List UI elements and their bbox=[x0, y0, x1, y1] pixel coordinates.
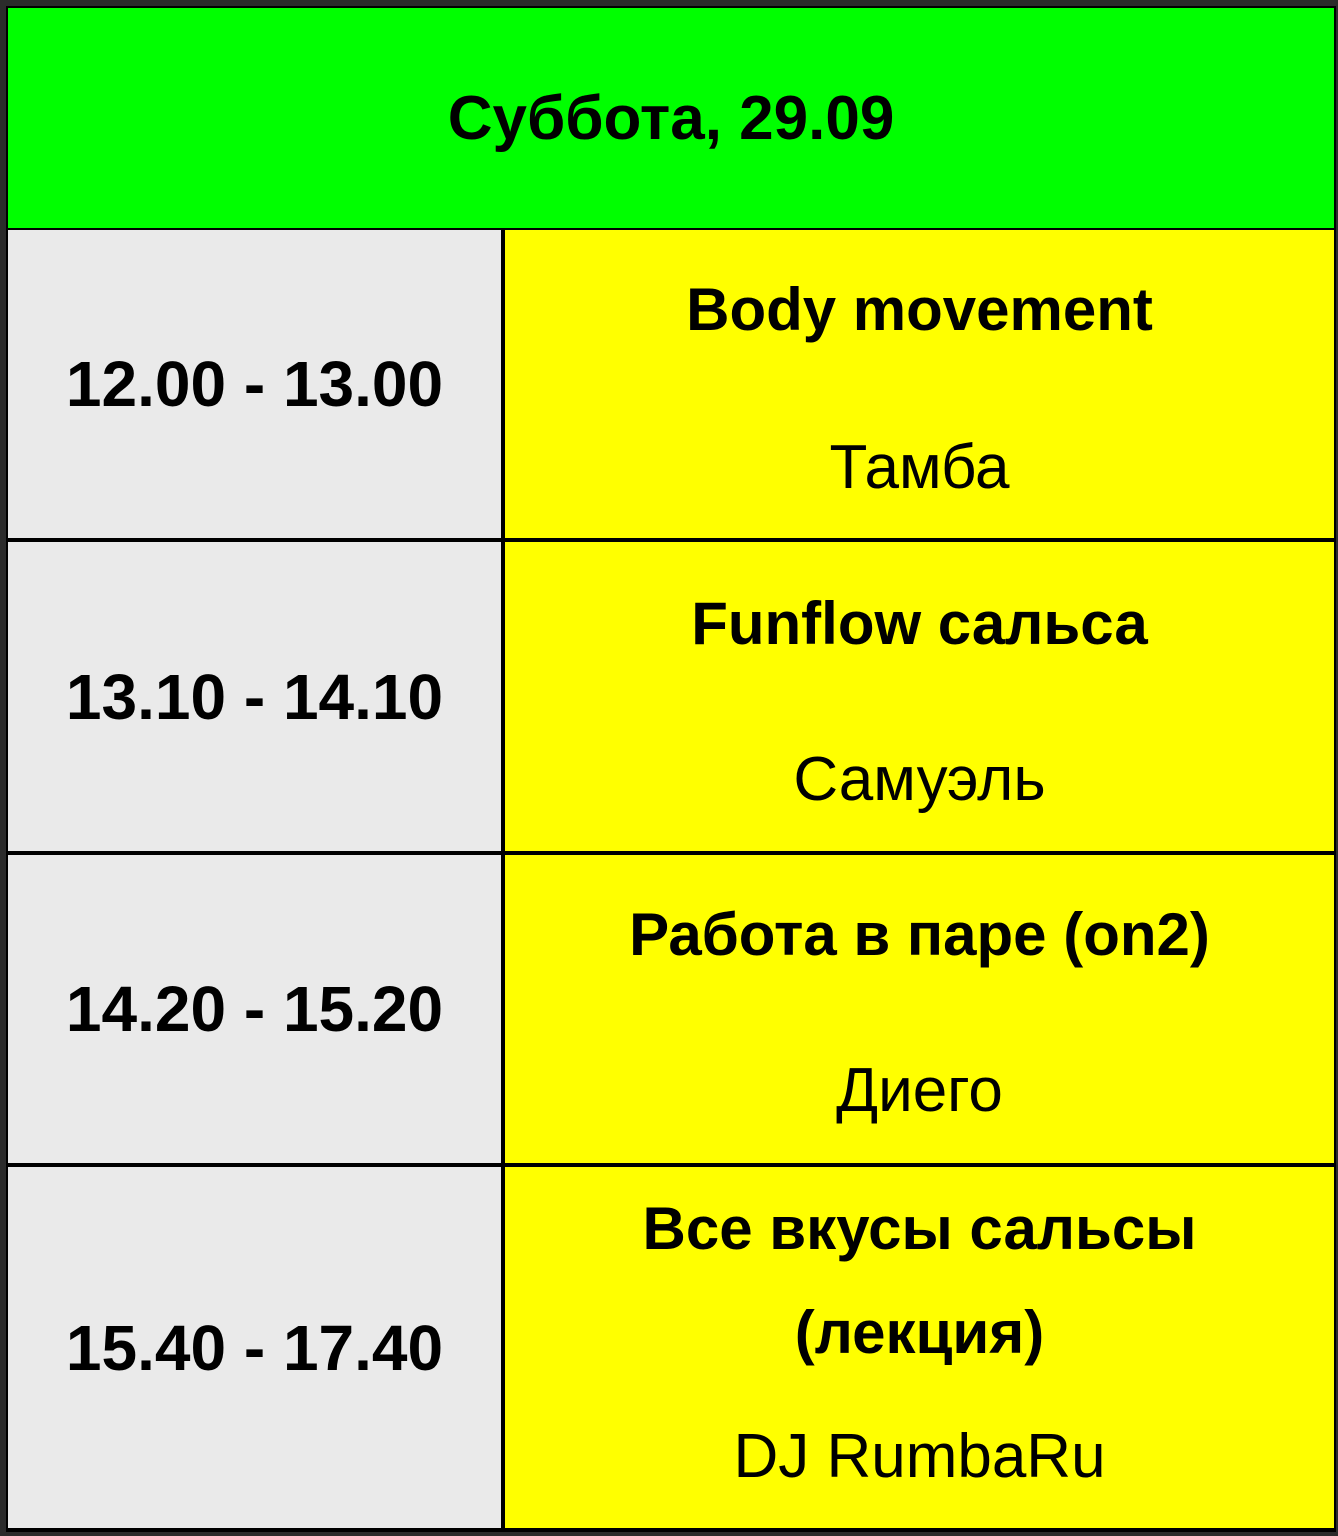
time-slot: 15.40 - 17.40 bbox=[65, 1311, 444, 1384]
event-title: Работа в паре (on2) bbox=[629, 901, 1210, 968]
event-host: Самуэль bbox=[793, 745, 1046, 814]
event-title-continuation: (лекция) bbox=[794, 1299, 1045, 1366]
event-title: Body movement bbox=[686, 276, 1153, 343]
schedule-row: 14.20 - 15.20 Работа в паре (on2) Диего bbox=[8, 855, 1334, 1163]
schedule-row: 13.10 - 14.10 Funflow сальса Самуэль bbox=[8, 542, 1334, 851]
time-slot: 14.20 - 15.20 bbox=[65, 973, 444, 1045]
time-cell: 12.00 - 13.00 bbox=[8, 230, 501, 538]
event-cell: Работа в паре (on2) Диего bbox=[505, 855, 1334, 1163]
event-host: DJ RumbaRu bbox=[733, 1422, 1106, 1491]
time-cell: 15.40 - 17.40 bbox=[8, 1167, 501, 1528]
event-title: Funflow сальса bbox=[691, 590, 1148, 657]
event-cell: Body movement Тамба bbox=[505, 230, 1334, 538]
event-host: Диего bbox=[836, 1056, 1003, 1125]
schedule-row: 12.00 - 13.00 Body movement Тамба bbox=[8, 230, 1334, 538]
time-cell: 14.20 - 15.20 bbox=[8, 855, 501, 1163]
time-slot: 12.00 - 13.00 bbox=[65, 348, 444, 420]
schedule-row: 15.40 - 17.40 Все вкусы сальсы (лекция) … bbox=[8, 1167, 1334, 1528]
time-cell: 13.10 - 14.10 bbox=[8, 542, 501, 851]
schedule-table: Суббота, 29.09 12.00 - 13.00 Body moveme… bbox=[6, 6, 1336, 1532]
time-slot: 13.10 - 14.10 bbox=[65, 660, 444, 733]
day-title: Суббота, 29.09 bbox=[447, 83, 895, 153]
event-cell: Все вкусы сальсы (лекция) DJ RumbaRu bbox=[505, 1167, 1334, 1528]
day-header: Суббота, 29.09 bbox=[8, 8, 1334, 228]
event-cell: Funflow сальса Самуэль bbox=[505, 542, 1334, 851]
event-host: Тамба bbox=[829, 433, 1010, 502]
event-title: Все вкусы сальсы bbox=[642, 1195, 1197, 1262]
